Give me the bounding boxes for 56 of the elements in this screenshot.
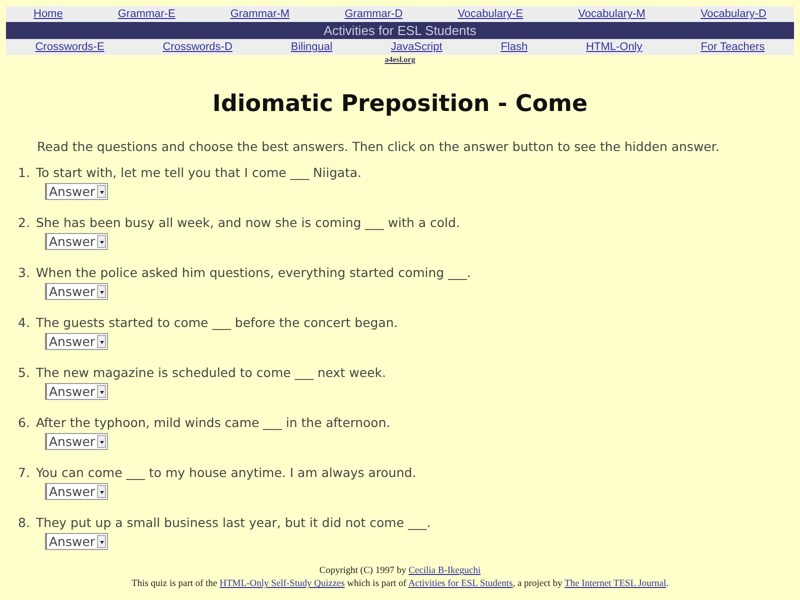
answer-dropdown[interactable]: Answer — [45, 483, 108, 500]
nav-link-item[interactable]: Flash — [500, 39, 528, 55]
site-link[interactable]: a4esl.org — [384, 55, 416, 64]
page-title: Idiomatic Preposition - Come — [211, 90, 589, 119]
question-text: You can come ___ to my house anytime. I am always around. — [36, 464, 416, 482]
question-number: 3. — [18, 264, 30, 282]
footer-text: Copyright (C) 1997 by Cecilia B-Ikeguchi — [318, 566, 482, 578]
question-number: 4. — [18, 314, 30, 332]
question-number: 2. — [18, 214, 30, 232]
site-banner: Activities for ESL Students — [6, 22, 794, 39]
caret-icon — [97, 335, 106, 348]
instructions-text: Read the questions and choose the best answers. Then click on the answer button to see the hidden answer. — [37, 138, 720, 156]
question-number: 7. — [18, 464, 30, 482]
footer-link[interactable]: HTML-Only Self-Study Quizzes — [220, 579, 345, 590]
caret-icon — [97, 485, 106, 498]
answer-dropdown[interactable]: Answer — [45, 383, 108, 400]
question-number: 5. — [18, 364, 30, 382]
footer-link[interactable]: Cecilia B-Ikeguchi — [408, 566, 481, 576]
nav-link-item[interactable]: HTML-Only — [586, 39, 642, 55]
caret-icon — [97, 235, 106, 248]
question-text: After the typhoon, mild winds came ___ in the afternoon. — [36, 414, 390, 432]
caret-icon — [97, 385, 106, 398]
nav-link-item[interactable]: Vocabulary-D — [700, 6, 766, 22]
answer-dropdown[interactable]: Answer — [45, 233, 108, 250]
nav-link-item[interactable]: Home — [34, 6, 63, 22]
nav-link-item[interactable]: Crosswords-E — [35, 39, 104, 55]
nav-link-item[interactable]: Bilingual — [290, 39, 332, 55]
nav-link-item[interactable]: Crosswords-D — [162, 39, 232, 55]
footer-link[interactable]: The Internet TESL Journal — [564, 579, 666, 590]
question-text: They put up a small business last year, but it did not come ___. — [36, 514, 431, 532]
nav-link-item[interactable]: JavaScript — [390, 39, 442, 55]
footer-link[interactable]: Activities for ESL Students — [408, 579, 513, 590]
question-number: 6. — [18, 414, 30, 432]
question-number: 1. — [18, 164, 30, 182]
answer-dropdown[interactable]: Answer — [45, 433, 108, 450]
question-text: The guests started to come ___ before the concert began. — [36, 314, 398, 332]
question-text: To start with, let me tell you that I come ___ Niigata. — [36, 164, 362, 182]
caret-icon — [97, 435, 106, 448]
nav-link-item[interactable]: Vocabulary-E — [458, 6, 524, 22]
caret-icon — [97, 185, 106, 198]
question-text: The new magazine is scheduled to come ___ next week. — [36, 364, 386, 382]
question-number: 8. — [18, 514, 30, 532]
caret-icon — [97, 535, 106, 548]
answer-dropdown[interactable]: Answer — [45, 183, 108, 200]
caret-icon — [97, 285, 106, 298]
nav-link-item[interactable]: Vocabulary-M — [578, 6, 646, 22]
nav-link-item[interactable]: Grammar-E — [118, 6, 176, 22]
nav-link-item[interactable]: Grammar-M — [230, 6, 290, 22]
footer-text: This quiz is part of the HTML-Only Self-Study Quizzes which is part of Activities for ESL Students, a project by The Internet TESL Journal. — [130, 579, 670, 590]
answer-dropdown[interactable]: Answer — [45, 283, 108, 300]
question-text: She has been busy all week, and now she is coming ___ with a cold. — [36, 214, 460, 232]
answer-dropdown[interactable]: Answer — [45, 333, 108, 350]
nav-link-item[interactable]: Grammar-D — [344, 6, 403, 22]
answer-dropdown[interactable]: Answer — [45, 533, 108, 550]
question-text: When the police asked him questions, everything started coming ___. — [36, 264, 471, 282]
nav-link-item[interactable]: For Teachers — [700, 39, 765, 55]
